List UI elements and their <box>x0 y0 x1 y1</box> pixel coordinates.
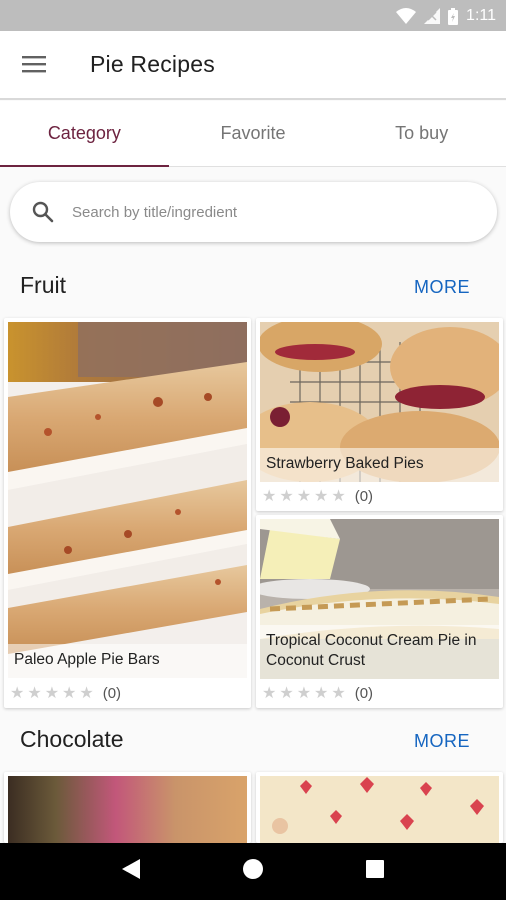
rating-count: (0) <box>354 685 374 702</box>
recipe-card[interactable] <box>4 772 251 843</box>
page-title: Pie Recipes <box>90 51 215 77</box>
recipe-image <box>260 776 499 843</box>
home-button[interactable] <box>233 852 273 892</box>
star-icon: ★ <box>314 684 329 702</box>
wifi-icon <box>396 8 417 24</box>
star-icon: ★ <box>262 684 277 702</box>
cell-signal-icon <box>424 8 441 24</box>
battery-icon <box>448 7 459 25</box>
tab-bar: Category Favorite To buy <box>0 101 506 167</box>
recipe-image: Strawberry Baked Pies <box>260 322 499 482</box>
recipe-card[interactable]: Strawberry Baked Pies ★ ★ ★ ★ ★ (0) <box>256 318 503 511</box>
star-icon: ★ <box>331 487 346 505</box>
recipe-image: Paleo Apple Pie Bars <box>8 322 247 678</box>
star-rating: ★ ★ ★ ★ ★ (0) <box>10 685 121 702</box>
home-circle-icon <box>243 859 263 884</box>
status-time: 1:11 <box>466 7 496 24</box>
star-icon: ★ <box>314 487 329 505</box>
star-icon: ★ <box>296 487 312 505</box>
star-icon: ★ <box>331 684 346 702</box>
star-icon: ★ <box>279 684 294 702</box>
system-nav-bar <box>0 843 506 900</box>
recipe-card[interactable]: Paleo Apple Pie Bars ★ ★ ★ ★ ★ (0) <box>4 318 251 708</box>
recents-square-icon <box>366 860 384 883</box>
star-icon: ★ <box>44 684 60 702</box>
search-input[interactable]: Search by title/ingredient <box>10 182 497 242</box>
recipe-image: Tropical Coconut Cream Pie in Coconut Cr… <box>260 519 499 679</box>
star-rating: ★ ★ ★ ★ ★ (0) <box>262 488 373 505</box>
star-icon: ★ <box>27 684 42 702</box>
star-icon: ★ <box>296 684 312 702</box>
recipe-card[interactable] <box>256 772 503 843</box>
rating-count: (0) <box>102 685 122 702</box>
more-button-fruit[interactable]: MORE <box>414 277 470 298</box>
back-button[interactable] <box>111 852 151 892</box>
search-placeholder: Search by title/ingredient <box>72 203 238 221</box>
recipe-image <box>8 776 247 843</box>
recipe-title: Paleo Apple Pie Bars <box>8 644 247 678</box>
star-icon: ★ <box>279 487 294 505</box>
tab-favorite[interactable]: Favorite <box>169 101 338 166</box>
star-rating: ★ ★ ★ ★ ★ (0) <box>262 685 373 702</box>
tab-to-buy[interactable]: To buy <box>337 101 506 166</box>
section-title-chocolate: Chocolate <box>20 726 124 752</box>
tab-category[interactable]: Category <box>0 101 169 167</box>
recents-button[interactable] <box>355 852 395 892</box>
status-bar: 1:11 <box>0 0 506 31</box>
status-icons: 1:11 <box>396 6 496 26</box>
star-icon: ★ <box>79 684 94 702</box>
recipe-title: Tropical Coconut Cream Pie in Coconut Cr… <box>260 625 499 679</box>
app-bar: Pie Recipes <box>0 31 506 100</box>
recipe-title: Strawberry Baked Pies <box>260 448 499 482</box>
rating-count: (0) <box>354 488 374 505</box>
hamburger-icon <box>22 55 46 78</box>
star-icon: ★ <box>62 684 77 702</box>
star-icon: ★ <box>262 487 277 505</box>
section-title-fruit: Fruit <box>20 272 66 298</box>
search-icon <box>14 200 72 224</box>
recipe-card[interactable]: Tropical Coconut Cream Pie in Coconut Cr… <box>256 515 503 708</box>
more-button-chocolate[interactable]: MORE <box>414 731 470 752</box>
back-triangle-icon <box>122 859 140 884</box>
menu-button[interactable] <box>16 48 52 84</box>
star-icon: ★ <box>10 684 25 702</box>
